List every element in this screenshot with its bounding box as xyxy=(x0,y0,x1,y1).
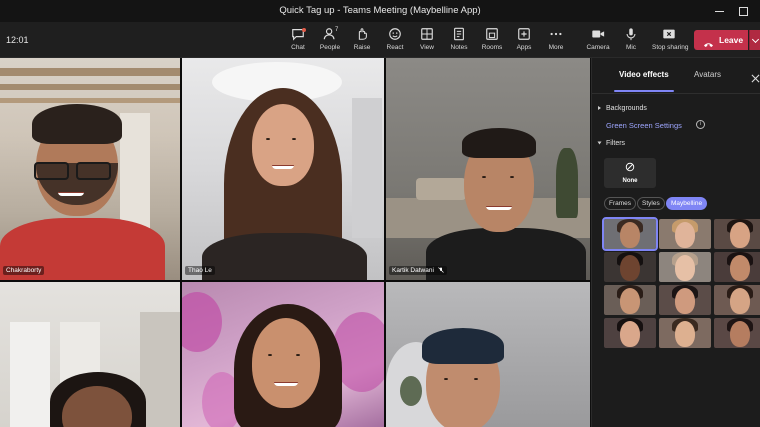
chevron-right-icon xyxy=(598,106,601,111)
chat-icon xyxy=(283,27,313,43)
active-tab-indicator xyxy=(614,90,674,92)
react-icon xyxy=(380,27,410,43)
chat-button[interactable]: Chat xyxy=(283,25,313,55)
apps-button[interactable]: Apps xyxy=(509,25,539,55)
filter-thumbnail[interactable] xyxy=(604,252,656,282)
filter-thumbnail[interactable] xyxy=(602,217,658,251)
apps-label: Apps xyxy=(516,44,532,51)
minimize-icon[interactable] xyxy=(713,4,727,18)
participant-name-tag: Thao Le xyxy=(185,266,215,275)
filter-thumbnail[interactable] xyxy=(659,285,711,315)
participant-name: Thao Le xyxy=(188,267,212,274)
meeting-timer: 12:01 xyxy=(6,35,29,45)
filter-thumbnail[interactable] xyxy=(659,318,711,348)
filter-none-button[interactable]: None xyxy=(604,158,656,188)
title-bar: Quick Tag up - Teams Meeting (Maybelline… xyxy=(0,0,760,22)
chevron-down-icon xyxy=(597,141,602,145)
participant-name-tag: Chakraborty xyxy=(3,266,45,275)
more-label: More xyxy=(548,44,564,51)
leave-label: Leave xyxy=(719,35,744,45)
raise-button[interactable]: Raise xyxy=(347,25,377,55)
camera-icon xyxy=(583,27,613,43)
video-tile-1[interactable]: Chakraborty xyxy=(0,58,180,280)
chip-frames[interactable]: Frames xyxy=(604,197,637,210)
panel-divider xyxy=(592,93,760,94)
mic-button[interactable]: Mic xyxy=(616,25,646,55)
people-count: 7 xyxy=(335,27,339,33)
notes-label: Notes xyxy=(450,44,468,51)
people-button[interactable]: 7 People xyxy=(315,25,345,55)
green-screen-settings-link[interactable]: Green Screen Settings xyxy=(606,121,682,130)
filter-thumbnail[interactable] xyxy=(604,285,656,315)
raise-hand-icon xyxy=(347,27,377,43)
tab-avatars[interactable]: Avatars xyxy=(694,70,721,79)
window-title: Quick Tag up - Teams Meeting (Maybelline… xyxy=(279,5,481,16)
meeting-toolbar: 12:01 Chat 7 People Raise React View Not… xyxy=(0,22,760,58)
stop-sharing-button[interactable]: Stop sharing xyxy=(652,25,689,55)
filters-section-toggle[interactable]: Filters xyxy=(597,140,626,147)
chip-styles[interactable]: Styles xyxy=(637,197,665,210)
close-icon[interactable] xyxy=(751,70,760,83)
video-effects-panel: Video effects Avatars Backgrounds Green … xyxy=(591,58,760,427)
participant-name: Kartik Datwani xyxy=(392,267,434,274)
filter-thumbnail[interactable] xyxy=(714,318,760,348)
rooms-icon xyxy=(477,27,507,43)
video-tile-6[interactable] xyxy=(386,282,590,427)
participant-name: Chakraborty xyxy=(6,267,42,274)
filter-thumbnail[interactable] xyxy=(659,219,711,249)
video-tile-3[interactable]: Kartik Datwani xyxy=(386,58,590,280)
tab-video-effects[interactable]: Video effects xyxy=(619,70,669,79)
video-tile-5[interactable] xyxy=(182,282,384,427)
people-label: People xyxy=(319,44,341,51)
stop-sharing-icon xyxy=(652,27,686,43)
filter-thumbnail[interactable] xyxy=(604,318,656,348)
react-button[interactable]: React xyxy=(380,25,410,55)
rooms-label: Rooms xyxy=(481,44,503,51)
raise-label: Raise xyxy=(353,44,371,51)
more-button[interactable]: More xyxy=(541,25,571,55)
people-icon xyxy=(315,27,345,43)
filter-thumbnail[interactable] xyxy=(714,252,760,282)
filter-thumbnail[interactable] xyxy=(714,219,760,249)
react-label: React xyxy=(386,44,404,51)
leave-button[interactable]: Leave xyxy=(694,30,748,50)
mic-icon xyxy=(616,27,646,43)
chat-label: Chat xyxy=(291,44,305,51)
notes-button[interactable]: Notes xyxy=(444,25,474,55)
video-grid: Chakraborty Thao Le Kartik Datwani xyxy=(0,58,590,427)
notification-dot-icon xyxy=(302,28,306,32)
notes-icon xyxy=(444,27,474,43)
view-button[interactable]: View xyxy=(412,25,442,55)
prohibited-icon xyxy=(625,162,635,172)
leave-options-chevron-down-icon[interactable] xyxy=(749,30,760,50)
mic-off-icon xyxy=(438,267,444,274)
chip-maybelline[interactable]: Maybelline xyxy=(666,197,708,210)
more-icon xyxy=(541,27,571,43)
filters-label: Filters xyxy=(606,140,626,147)
backgrounds-section-toggle[interactable]: Backgrounds xyxy=(598,105,647,112)
backgrounds-label: Backgrounds xyxy=(606,105,647,112)
hang-up-icon xyxy=(703,36,713,47)
camera-button[interactable]: Camera xyxy=(583,25,613,55)
video-tile-4[interactable] xyxy=(0,282,180,427)
video-tile-2[interactable]: Thao Le xyxy=(182,58,384,280)
maximize-icon[interactable] xyxy=(736,4,750,18)
rooms-button[interactable]: Rooms xyxy=(477,25,507,55)
filter-thumbnail[interactable] xyxy=(714,285,760,315)
participant-name-tag: Kartik Datwani xyxy=(389,266,447,275)
filter-none-label: None xyxy=(622,178,638,184)
apps-icon xyxy=(509,27,539,43)
view-icon xyxy=(412,27,442,43)
mic-label: Mic xyxy=(625,44,637,51)
view-label: View xyxy=(420,44,434,51)
camera-label: Camera xyxy=(586,44,610,51)
filter-thumbnail[interactable] xyxy=(659,252,711,282)
info-icon[interactable]: i xyxy=(696,120,705,129)
stop-sharing-label: Stop sharing xyxy=(652,44,689,51)
